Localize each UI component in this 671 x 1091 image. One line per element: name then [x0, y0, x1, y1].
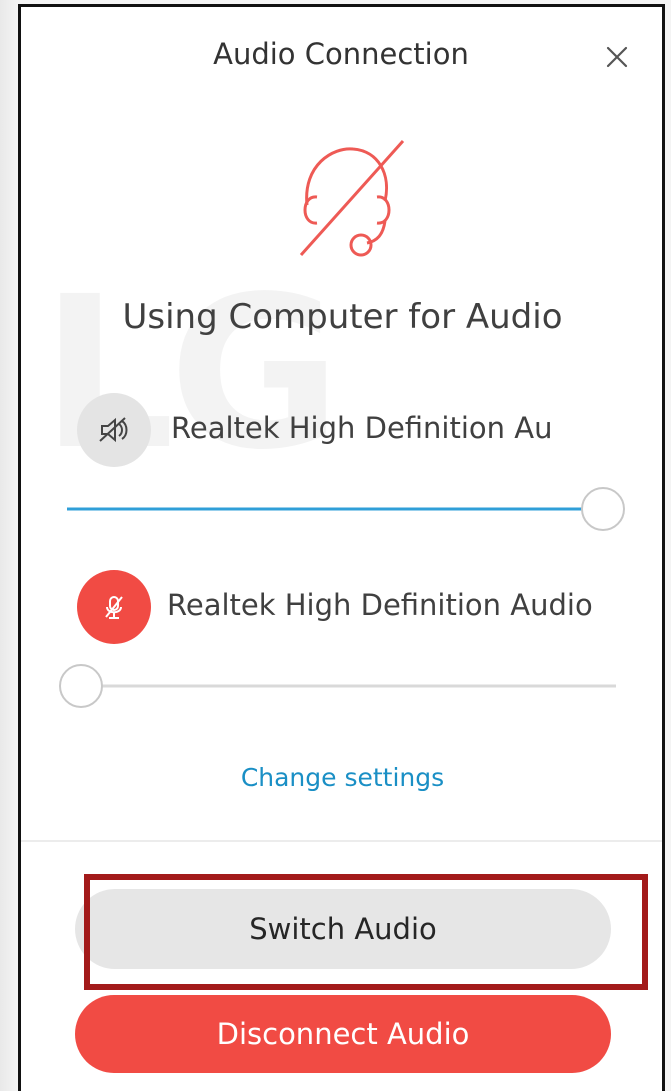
speaker-volume-slider[interactable]: [67, 485, 625, 533]
speaker-muted-icon[interactable]: [77, 393, 151, 467]
microphone-volume-thumb[interactable]: [59, 664, 103, 708]
section-divider: [21, 840, 662, 842]
disconnect-audio-button[interactable]: Disconnect Audio: [75, 995, 611, 1073]
microphone-volume-slider[interactable]: [59, 662, 616, 710]
headset-off-icon: [279, 135, 409, 263]
audio-connection-dialog: LG Audio Connection Using Computer for A…: [18, 4, 665, 1091]
switch-audio-button[interactable]: Switch Audio: [75, 889, 611, 969]
speaker-volume-thumb[interactable]: [581, 487, 625, 531]
change-settings-link[interactable]: Change settings: [21, 763, 662, 792]
microphone-device-name: Realtek High Definition Audio: [167, 588, 593, 622]
speaker-device-name: Realtek High Definition Au: [171, 411, 553, 445]
dialog-title: Audio Connection: [213, 37, 469, 71]
close-icon[interactable]: [601, 41, 633, 73]
microphone-muted-icon[interactable]: [77, 570, 151, 644]
audio-status-text: Using Computer for Audio: [122, 297, 563, 337]
microphone-volume-track: [81, 684, 616, 688]
speaker-volume-track: [67, 507, 603, 511]
